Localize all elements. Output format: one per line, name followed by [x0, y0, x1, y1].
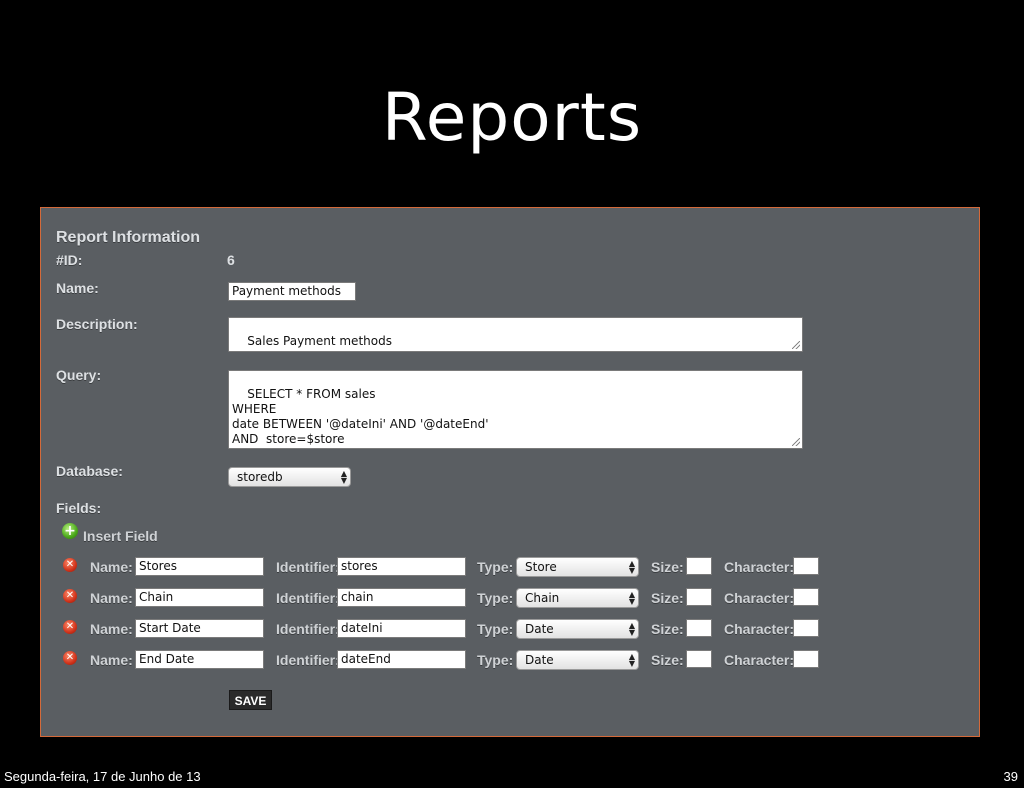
insert-field-link[interactable]: Insert Field: [83, 528, 158, 544]
field-character-label: Character:: [724, 621, 795, 637]
field-size-input[interactable]: [686, 588, 712, 606]
field-character-input[interactable]: [793, 557, 819, 575]
field-identifier-input[interactable]: dateIni: [337, 619, 466, 638]
select-arrows-icon: ▲ ▼: [340, 469, 347, 485]
field-name-label: Name:: [90, 590, 133, 606]
query-textarea[interactable]: SELECT * FROM sales WHERE date BETWEEN '…: [228, 370, 803, 449]
field-type-select[interactable]: Date ▲ ▼: [516, 619, 639, 639]
field-character-input[interactable]: [793, 619, 819, 637]
query-label: Query:: [56, 367, 102, 383]
footer-date: Segunda-feira, 17 de Junho de 13: [4, 769, 201, 784]
field-type-value: Date: [525, 653, 554, 667]
database-label: Database:: [56, 463, 123, 479]
field-size-input[interactable]: [686, 557, 712, 575]
description-textarea[interactable]: Sales Payment methods: [228, 317, 803, 352]
field-name-label: Name:: [90, 559, 133, 575]
field-identifier-label: Identifier:: [276, 652, 340, 668]
database-value: storedb: [237, 470, 283, 484]
field-character-input[interactable]: [793, 588, 819, 606]
field-identifier-label: Identifier:: [276, 590, 340, 606]
report-form-panel: Report Information #ID: 6 Name: Payment …: [40, 207, 980, 737]
field-type-value: Store: [525, 560, 557, 574]
field-identifier-label: Identifier:: [276, 559, 340, 575]
database-select[interactable]: storedb ▲ ▼: [228, 467, 351, 487]
delete-field-icon[interactable]: ✕: [63, 589, 77, 603]
field-type-label: Type:: [477, 559, 514, 575]
report-name-input[interactable]: Payment methods: [228, 282, 356, 301]
name-label: Name:: [56, 280, 99, 296]
field-type-label: Type:: [477, 652, 514, 668]
field-identifier-input[interactable]: stores: [337, 557, 466, 576]
save-button[interactable]: SAVE: [229, 690, 272, 710]
select-arrows-icon: ▲ ▼: [628, 590, 635, 606]
id-label: #ID:: [56, 252, 83, 268]
description-text: Sales Payment methods: [247, 334, 392, 348]
delete-field-icon[interactable]: ✕: [63, 620, 77, 634]
field-character-label: Character:: [724, 590, 795, 606]
field-size-label: Size:: [651, 590, 684, 606]
field-size-label: Size:: [651, 621, 684, 637]
field-name-input[interactable]: Stores: [135, 557, 264, 576]
field-identifier-input[interactable]: chain: [337, 588, 466, 607]
field-name-input[interactable]: Chain: [135, 588, 264, 607]
field-identifier-label: Identifier:: [276, 621, 340, 637]
field-type-label: Type:: [477, 621, 514, 637]
slide-title: Reports: [381, 79, 643, 156]
field-size-label: Size:: [651, 559, 684, 575]
delete-field-icon[interactable]: ✕: [63, 558, 77, 572]
field-identifier-input[interactable]: dateEnd: [337, 650, 466, 669]
field-character-label: Character:: [724, 559, 795, 575]
id-value: 6: [227, 252, 235, 268]
select-arrows-icon: ▲ ▼: [628, 621, 635, 637]
field-name-label: Name:: [90, 652, 133, 668]
field-name-input[interactable]: Start Date: [135, 619, 264, 638]
delete-field-icon[interactable]: ✕: [63, 651, 77, 665]
page-number: 39: [1003, 769, 1018, 784]
field-size-label: Size:: [651, 652, 684, 668]
resize-grip-icon[interactable]: [792, 438, 800, 446]
field-type-select[interactable]: Chain ▲ ▼: [516, 588, 639, 608]
field-character-label: Character:: [724, 652, 795, 668]
description-label: Description:: [56, 316, 138, 332]
select-arrows-icon: ▲ ▼: [628, 652, 635, 668]
query-text: SELECT * FROM sales WHERE date BETWEEN '…: [232, 387, 489, 446]
add-icon[interactable]: +: [62, 523, 78, 539]
field-size-input[interactable]: [686, 650, 712, 668]
field-size-input[interactable]: [686, 619, 712, 637]
fields-label: Fields:: [56, 500, 102, 516]
field-name-label: Name:: [90, 621, 133, 637]
select-arrows-icon: ▲ ▼: [628, 559, 635, 575]
resize-grip-icon[interactable]: [792, 341, 800, 349]
field-type-value: Chain: [525, 591, 560, 605]
section-title: Report Information: [56, 229, 200, 246]
field-name-input[interactable]: End Date: [135, 650, 264, 669]
field-type-select[interactable]: Store ▲ ▼: [516, 557, 639, 577]
field-type-label: Type:: [477, 590, 514, 606]
field-type-select[interactable]: Date ▲ ▼: [516, 650, 639, 670]
field-type-value: Date: [525, 622, 554, 636]
field-character-input[interactable]: [793, 650, 819, 668]
